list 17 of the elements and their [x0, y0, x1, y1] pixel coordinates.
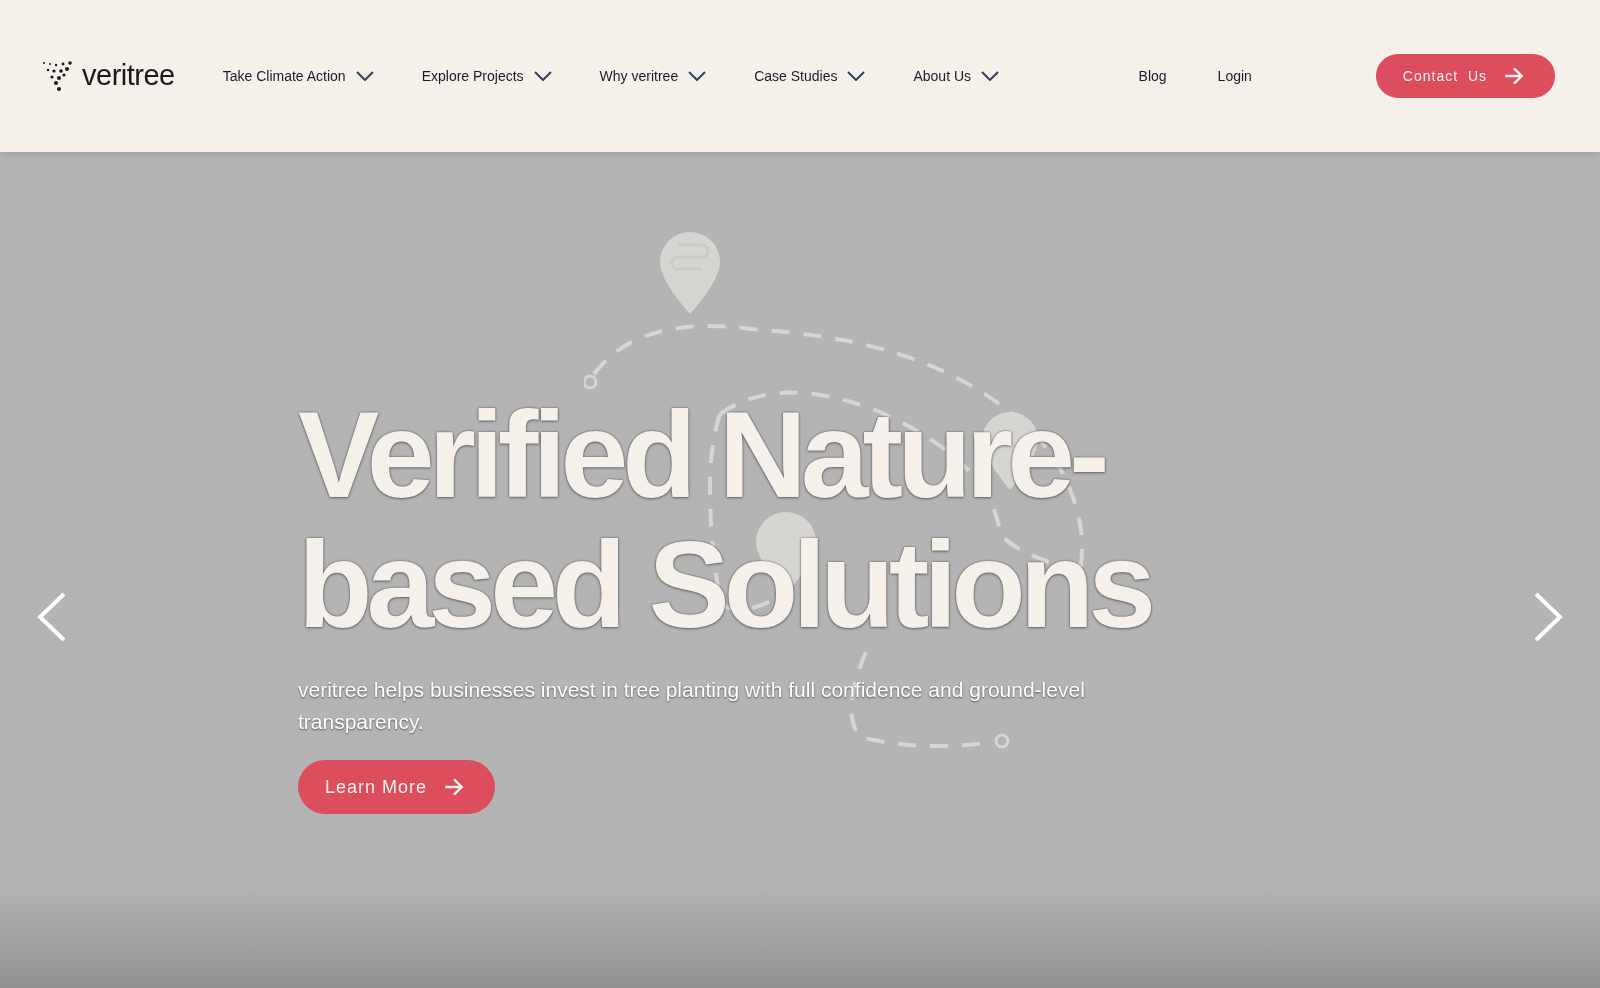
- nav-link[interactable]: Login: [1217, 65, 1252, 87]
- hero-heading: Verified Nature- based Solutions: [298, 390, 1152, 650]
- hero-subtitle: veritree helps businesses invest in tree planting with full confidence and ground-level transparency.: [298, 677, 1086, 735]
- logo-text[interactable]: veritree: [82, 54, 175, 98]
- menu-item[interactable]: About Us: [913, 65, 1000, 87]
- learn-more-button[interactable]: Learn More: [298, 760, 496, 814]
- contact-button[interactable]: Contact Us: [1375, 54, 1555, 98]
- previous-slide-icon[interactable]: [36, 592, 68, 642]
- logo-icon: [42, 61, 74, 91]
- arrow-icon: [1503, 65, 1525, 87]
- menu-item[interactable]: Explore Projects: [421, 65, 552, 87]
- menu-item[interactable]: Take Climate Action: [222, 65, 374, 87]
- menu-item[interactable]: Case Studies: [754, 65, 866, 87]
- arrow-icon: [443, 776, 466, 798]
- menu-item[interactable]: Why veritree: [599, 65, 707, 87]
- next-slide-icon[interactable]: [1532, 592, 1564, 642]
- nav-link[interactable]: Blog: [1138, 65, 1167, 87]
